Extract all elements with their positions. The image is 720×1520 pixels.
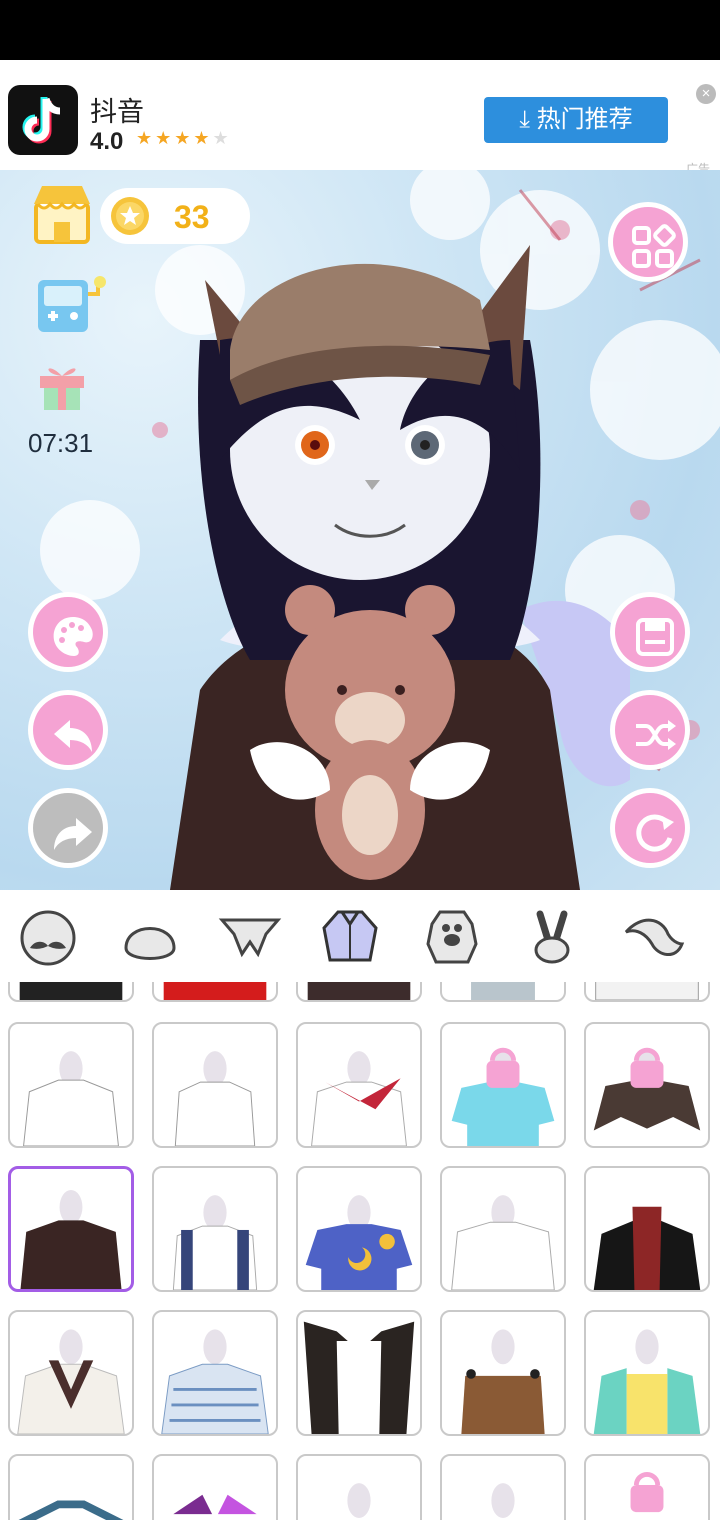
category-tab-bar [0,890,720,982]
shuffle-button[interactable] [610,690,690,770]
tab-wings[interactable] [218,904,282,968]
redo-button[interactable] [28,788,108,868]
ad-banner[interactable]: 抖音 4.0 ★★★★★ ⤓ 热门推荐 × 广告 [0,60,720,176]
clothing-item[interactable] [584,1310,710,1436]
coin-icon [111,197,149,235]
clothing-item[interactable] [152,1022,278,1148]
refresh-icon [636,814,674,852]
gift-icon[interactable] [36,356,88,412]
undo-button[interactable] [28,690,108,770]
clothing-item[interactable] [296,1166,422,1292]
clothing-item[interactable] [440,1166,566,1292]
shop-icon[interactable] [30,182,94,246]
clothing-item[interactable] [584,982,710,1002]
clothing-item[interactable] [296,1310,422,1436]
clothing-item[interactable] [440,1454,566,1520]
tiktok-logo-icon [8,85,78,155]
star-empty-icon: ★ [212,128,232,148]
clothing-item-grid [0,982,720,1520]
close-icon[interactable]: × [696,84,716,104]
save-icon [636,618,674,656]
save-button[interactable] [610,592,690,672]
ad-button-label: 热门推荐 [536,106,633,133]
menu-button[interactable] [608,202,688,282]
session-timer: 07:31 [28,428,94,458]
ad-download-button[interactable]: ⤓ 热门推荐 [484,97,668,143]
clothing-item[interactable] [152,1310,278,1436]
game-console-icon[interactable] [36,274,108,334]
download-icon: ⤓ [519,106,530,133]
furry-character-avatar [170,245,630,890]
clothing-item[interactable] [8,1022,134,1148]
clothing-item[interactable] [152,982,278,1002]
coin-count: 33 [174,199,210,235]
ad-rating: 4.0 [90,128,124,155]
tab-gesture[interactable] [520,904,584,968]
redo-icon [54,818,92,850]
tab-mustache-head[interactable] [16,904,80,968]
tab-head[interactable] [118,904,182,968]
undo-icon [54,720,92,752]
coin-counter: 33 [100,188,250,244]
clothing-item[interactable] [296,1454,422,1520]
clothing-item[interactable] [440,1310,566,1436]
clothing-item[interactable] [152,1166,278,1292]
star-icon: ★★★★ [136,128,213,148]
clothing-item-locked[interactable] [440,1022,566,1148]
grid-menu-icon [632,224,676,268]
clothing-item-locked[interactable] [584,1022,710,1148]
clothing-item[interactable] [8,1310,134,1436]
clothing-item-selected[interactable] [8,1166,134,1292]
clothing-item[interactable] [584,1166,710,1292]
clothing-item-locked[interactable] [584,1454,710,1520]
clothing-item[interactable] [440,982,566,1002]
clothing-item[interactable] [296,1022,422,1148]
clothing-item[interactable] [8,982,134,1002]
character-scene: 33 07:31 [0,170,720,890]
palette-button[interactable] [28,592,108,672]
ad-app-name: 抖音 [90,97,144,127]
clothing-item[interactable] [8,1454,134,1520]
shuffle-icon [636,720,676,750]
ad-star-rating: ★★★★★ [136,128,232,149]
reset-button[interactable] [610,788,690,868]
tab-clothes[interactable] [318,904,382,968]
tab-paw[interactable] [420,904,484,968]
status-bar [0,0,720,60]
clothing-item[interactable] [296,982,422,1002]
clothing-item[interactable] [152,1454,278,1520]
tab-tail[interactable] [622,904,686,968]
palette-icon [53,617,93,656]
